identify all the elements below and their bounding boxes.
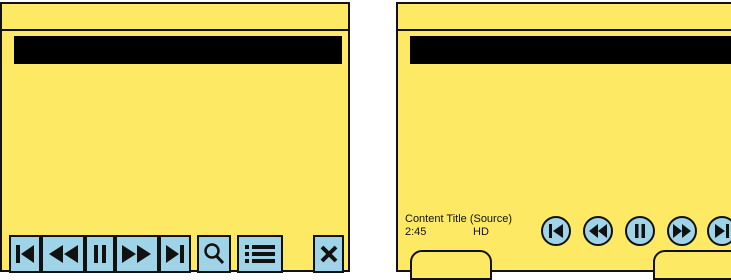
header-bar: [14, 36, 342, 64]
skip-previous-icon: [549, 224, 563, 238]
player-toolbar: [9, 235, 346, 273]
skip-next-icon: [166, 245, 184, 263]
pause-button[interactable]: [85, 235, 115, 273]
rewind-button[interactable]: [583, 216, 613, 246]
player-screen-left: [0, 2, 350, 273]
fast-forward-button[interactable]: [115, 235, 159, 273]
list-icon: [245, 245, 275, 263]
fast-forward-icon: [673, 224, 691, 238]
list-button[interactable]: [237, 235, 283, 273]
skip-next-button[interactable]: [159, 235, 191, 273]
fast-forward-button[interactable]: [667, 216, 697, 246]
content-title: Content Title (Source): [405, 213, 512, 225]
rewind-icon: [49, 245, 78, 263]
close-button[interactable]: [313, 235, 344, 273]
duration-label: 2:45: [405, 226, 427, 238]
rewind-button[interactable]: [41, 235, 85, 273]
search-icon: [204, 243, 225, 265]
close-icon: [320, 245, 337, 263]
fast-forward-icon: [122, 245, 151, 263]
title-bar: [2, 4, 348, 31]
bottom-tab-right[interactable]: [653, 250, 731, 280]
search-button[interactable]: [197, 235, 231, 273]
pause-icon: [635, 224, 645, 238]
skip-next-icon: [715, 224, 729, 238]
header-bar: [410, 36, 731, 64]
title-bar: [398, 4, 731, 31]
skip-next-button[interactable]: [707, 216, 731, 246]
content-meta: 2:45 HD: [405, 226, 525, 238]
skip-previous-button[interactable]: [541, 216, 571, 246]
skip-previous-icon: [16, 245, 34, 263]
bottom-tab-left[interactable]: [410, 250, 492, 280]
rewind-icon: [589, 224, 607, 238]
quality-badge: HD: [473, 226, 489, 238]
pause-icon: [94, 245, 106, 263]
skip-previous-button[interactable]: [9, 235, 41, 273]
pause-button[interactable]: [625, 216, 655, 246]
player-screen-right: Content Title (Source) 2:45 HD: [396, 2, 731, 280]
